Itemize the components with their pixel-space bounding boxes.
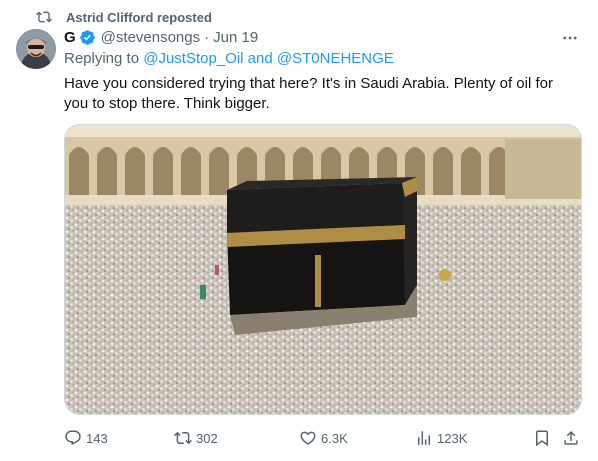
separator-dot: · <box>204 28 210 46</box>
replying-and: and <box>243 50 277 67</box>
repost-icon <box>36 8 54 26</box>
tweet-date[interactable]: Jun 19 <box>213 29 258 46</box>
tweet-text: Have you considered trying that here? It… <box>64 75 553 112</box>
bookmark-icon <box>536 430 548 447</box>
mention-link-stonehenge[interactable]: @ST0NEHENGE <box>277 50 394 67</box>
like-count: 6.3K <box>321 430 348 446</box>
replying-to: Replying to @JustStop_Oil and @ST0NEHENG… <box>64 50 394 67</box>
display-name[interactable]: G <box>64 29 76 46</box>
repost-button[interactable]: 302 <box>174 428 218 448</box>
views-icon <box>418 431 430 445</box>
bookmark-button[interactable] <box>533 428 555 448</box>
author-handle[interactable]: @stevensongs <box>101 29 200 46</box>
like-button[interactable]: 6.3K <box>299 428 348 448</box>
repost-indicator[interactable]: Astrid Clifford reposted <box>36 7 212 27</box>
reply-button[interactable]: 143 <box>64 428 108 448</box>
repost-label: Astrid Clifford reposted <box>66 9 212 25</box>
tweet-image[interactable] <box>64 124 582 415</box>
action-bar: 143 302 6.3K 123K <box>64 428 582 448</box>
share-icon <box>564 430 578 445</box>
reply-count: 143 <box>86 430 108 446</box>
views-count: 123K <box>437 430 468 446</box>
share-button[interactable] <box>562 428 584 448</box>
avatar[interactable] <box>16 29 56 69</box>
repost-count: 302 <box>196 430 218 446</box>
views-button[interactable]: 123K <box>415 428 467 448</box>
heart-icon <box>300 431 316 445</box>
reply-icon <box>65 430 81 446</box>
more-options-icon[interactable] <box>558 28 582 48</box>
verified-badge-icon[interactable] <box>79 28 97 46</box>
mention-link-juststopoil[interactable]: @JustStop_Oil <box>143 50 243 67</box>
repost-icon <box>174 431 192 445</box>
replying-prefix: Replying to <box>64 50 144 67</box>
tweet-header: G @stevensongs · Jun 19 <box>64 27 258 47</box>
